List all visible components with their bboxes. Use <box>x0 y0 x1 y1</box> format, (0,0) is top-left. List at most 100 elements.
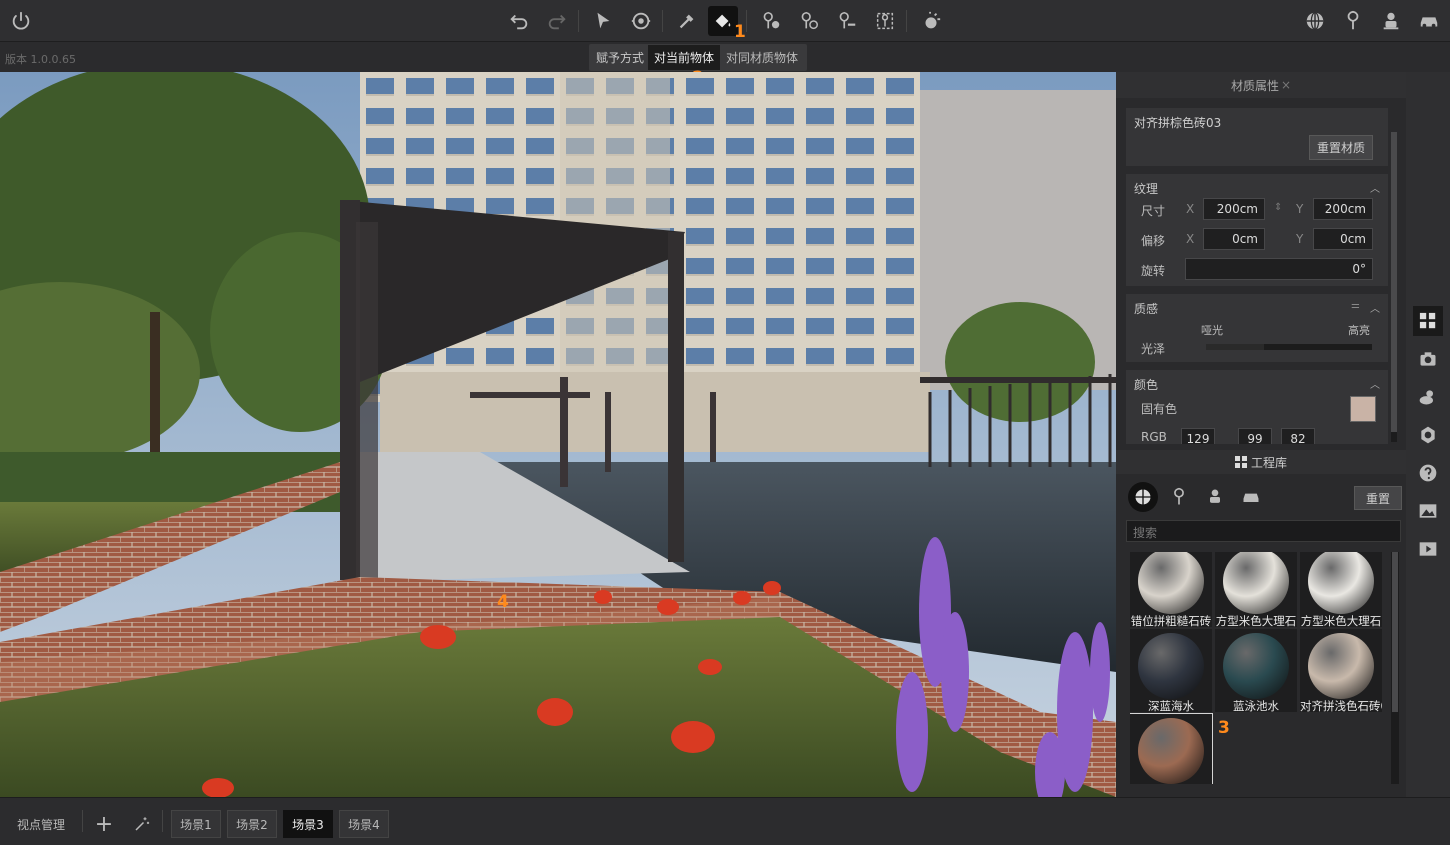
offset-label: 偏移 <box>1141 234 1166 248</box>
material-preview-sphere <box>1223 552 1289 614</box>
material-tile[interactable]: 对齐拼浅色石砖0 <box>1300 629 1382 712</box>
material-tile[interactable]: 深蓝海水 <box>1130 629 1212 712</box>
library-character-icon[interactable] <box>1200 482 1230 512</box>
annotation-marker-3: 3 <box>1218 718 1230 738</box>
library-scrollbar[interactable] <box>1391 552 1399 784</box>
rgb-label: RGB <box>1141 430 1167 444</box>
size-x-label: X <box>1186 202 1195 216</box>
weather-sun-icon[interactable] <box>1413 382 1443 412</box>
version-label: 版本 1.0.0.65 <box>5 53 76 66</box>
reset-material-button[interactable]: 重置材质 <box>1309 135 1373 160</box>
collapse-quality-icon[interactable]: ︿ <box>1370 300 1380 315</box>
offset-y-field[interactable]: 0cm <box>1313 228 1373 250</box>
redo-icon[interactable] <box>542 6 572 36</box>
material-tile-label: 错位拼粗糙石砖 <box>1130 614 1212 627</box>
rgb-r-field[interactable]: 129 <box>1181 428 1215 444</box>
material-tile-label: 对齐拼浅色石砖0 <box>1300 699 1382 712</box>
glossy-label: 高亮 <box>1348 324 1370 337</box>
image-icon[interactable] <box>1413 496 1443 526</box>
material-grid: 错位拼粗糙石砖方型米色大理石方型米色大理石深蓝海水蓝泳池水对齐拼浅色石砖0对齐拼… <box>1130 552 1386 784</box>
gloss-slider[interactable] <box>1206 344 1372 350</box>
quality-settings-icon[interactable]: ⚌ <box>1351 300 1360 311</box>
collapse-texture-icon[interactable]: ︿ <box>1370 180 1380 195</box>
globe-icon[interactable] <box>1300 6 1330 36</box>
library-grid-icon <box>1234 456 1247 468</box>
add-plant-alt-icon[interactable] <box>794 6 824 36</box>
offset-x-field[interactable]: 0cm <box>1203 228 1265 250</box>
intrinsic-color-label: 固有色 <box>1141 402 1178 416</box>
texture-section: 纹理 ︿ 尺寸 X 200cm ⇕ Y 200cm 偏移 X 0cm Y 0cm… <box>1126 174 1388 286</box>
orbit-icon[interactable] <box>626 6 656 36</box>
material-panel: 材质属性 × 对齐拼棕色砖03 重置材质 纹理 ︿ 尺寸 X 200cm ⇕ Y… <box>1116 72 1406 797</box>
right-side-strip <box>1406 72 1450 797</box>
material-preview-sphere <box>1138 633 1204 699</box>
material-tile-label: 蓝泳池水 <box>1233 699 1279 712</box>
add-scene-button[interactable]: + <box>90 810 118 838</box>
character-icon[interactable] <box>1376 6 1406 36</box>
weather-icon[interactable] <box>916 6 946 36</box>
viewpoint-manager-button[interactable]: 视点管理 <box>5 810 77 838</box>
material-tile-label: 深蓝海水 <box>1148 699 1194 712</box>
scene-tab[interactable]: 场景4 <box>339 810 389 838</box>
material-tile[interactable]: 对齐拼棕色砖03 <box>1130 713 1213 784</box>
material-panel-scrollbar[interactable] <box>1391 132 1397 442</box>
material-tile[interactable]: 蓝泳池水 <box>1215 629 1297 712</box>
scene-tab[interactable]: 场景2 <box>227 810 277 838</box>
plant-settings-icon[interactable] <box>870 6 900 36</box>
library-scroll-thumb[interactable] <box>1392 552 1398 712</box>
size-y-label: Y <box>1296 202 1304 216</box>
close-panel-icon[interactable]: × <box>1281 78 1291 92</box>
library-material-globe-icon[interactable] <box>1128 482 1158 512</box>
material-tile[interactable]: 错位拼粗糙石砖 <box>1130 552 1212 627</box>
scene-render <box>0 72 1116 797</box>
secondary-bar: 版本 1.0.0.65 赋予方式 对当前物体 对同材质物体 2 <box>0 42 1450 88</box>
material-tile[interactable]: 方型米色大理石 <box>1215 552 1297 627</box>
toolbar-separator <box>578 10 579 32</box>
rotate-label: 旋转 <box>1141 264 1166 278</box>
eyedropper-icon[interactable] <box>672 6 702 36</box>
library-car-icon[interactable] <box>1236 482 1266 512</box>
library-reset-button[interactable]: 重置 <box>1354 486 1402 510</box>
assign-same-material-button[interactable]: 对同材质物体 <box>720 45 804 70</box>
gloss-label: 光泽 <box>1141 342 1166 356</box>
rgb-b-field[interactable]: 82 <box>1281 428 1315 444</box>
material-panel-scroll-thumb[interactable] <box>1391 132 1397 432</box>
library-search-input[interactable]: 搜索 <box>1126 520 1401 542</box>
material-preview-sphere <box>1308 552 1374 614</box>
toolbar-separator <box>746 10 747 32</box>
material-tile-label: 对齐拼棕色砖03 <box>1130 783 1212 784</box>
remove-plant-icon[interactable] <box>832 6 862 36</box>
magic-wand-icon[interactable] <box>128 810 156 838</box>
grid-view-icon[interactable] <box>1413 306 1443 336</box>
tree-icon[interactable] <box>1338 6 1368 36</box>
library-plant-icon[interactable] <box>1164 482 1194 512</box>
quality-section: 质感 ⚌ ︿ 哑光 高亮 光泽 <box>1126 294 1388 362</box>
color-swatch[interactable] <box>1350 396 1376 422</box>
scene-tab[interactable]: 场景3 <box>283 810 333 838</box>
undo-icon[interactable] <box>504 6 534 36</box>
material-tile-label: 方型米色大理石 <box>1300 614 1382 627</box>
size-y-field[interactable]: 200cm <box>1313 198 1373 220</box>
link-size-icon[interactable]: ⇕ <box>1274 202 1282 213</box>
assign-mode-label: 赋予方式 <box>596 51 645 65</box>
select-arrow-icon[interactable] <box>588 6 618 36</box>
toolbar-separator <box>906 10 907 32</box>
size-x-field[interactable]: 200cm <box>1203 198 1265 220</box>
help-icon[interactable] <box>1413 458 1443 488</box>
3d-viewport[interactable]: 4 <box>0 72 1116 797</box>
scene-tab[interactable]: 场景1 <box>171 810 221 838</box>
car-icon[interactable] <box>1414 6 1444 36</box>
play-icon[interactable] <box>1413 534 1443 564</box>
toolbar-separator <box>662 10 663 32</box>
camera-icon[interactable] <box>1413 344 1443 374</box>
assign-current-object-button[interactable]: 对当前物体 <box>648 45 721 70</box>
collapse-color-icon[interactable]: ︿ <box>1370 376 1380 391</box>
top-toolbar: 1 <box>0 0 1450 42</box>
material-name-section: 对齐拼棕色砖03 重置材质 <box>1126 108 1388 166</box>
add-plant-icon[interactable] <box>756 6 786 36</box>
power-icon[interactable] <box>6 6 36 36</box>
material-panel-title: 材质属性 <box>1230 78 1279 93</box>
rotate-field[interactable]: 0° <box>1185 258 1373 280</box>
material-tile[interactable]: 方型米色大理石 <box>1300 552 1382 627</box>
settings-icon[interactable] <box>1413 420 1443 450</box>
